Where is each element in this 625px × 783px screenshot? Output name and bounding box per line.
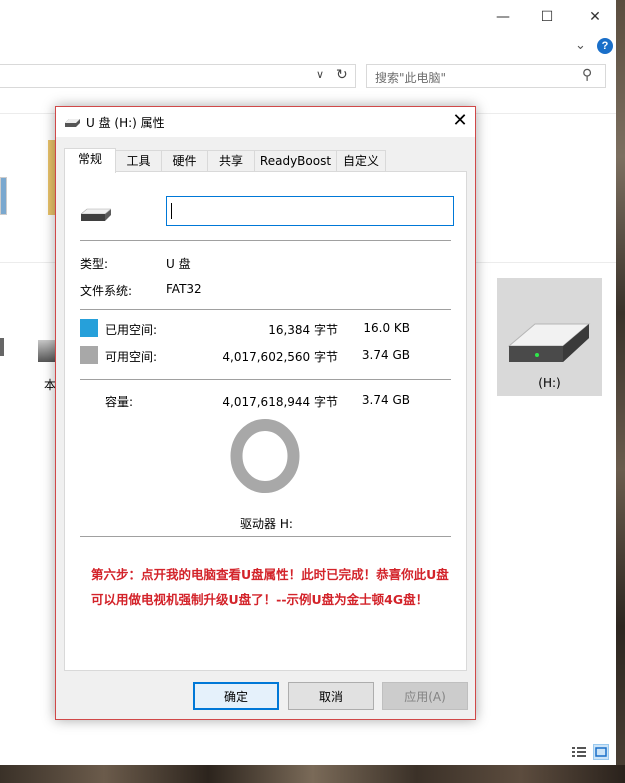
used-space-size: 16.0 KB — [363, 321, 410, 335]
removable-drive-icon — [507, 323, 591, 362]
drive-tile-label: (H:) — [538, 376, 561, 390]
removable-drive-h-item[interactable]: (H:) — [497, 278, 602, 396]
properties-dialog: U 盘 (H:) 属性 ✕ 常规 工具 硬件 共享 ReadyBoost 自定义… — [55, 106, 476, 720]
tab-tools[interactable]: 工具 — [115, 150, 162, 172]
disk-usage-donut-chart — [230, 419, 300, 493]
used-space-label: 已用空间: — [105, 323, 158, 337]
close-button[interactable]: ✕ — [580, 6, 610, 28]
search-icon: ⚲ — [582, 67, 593, 83]
divider — [80, 536, 451, 537]
volume-label-input[interactable] — [166, 196, 454, 226]
tab-sharing[interactable]: 共享 — [207, 150, 255, 172]
desktop-wallpaper-right — [616, 0, 625, 783]
drive-letter-label: 驱动器 H: — [240, 517, 293, 531]
capacity-bytes: 4,017,618,944 字节 — [222, 395, 338, 409]
free-space-size: 3.74 GB — [361, 348, 410, 362]
refresh-icon[interactable]: ↻ — [336, 67, 348, 83]
used-space-bytes: 16,384 字节 — [268, 323, 338, 337]
capacity-size: 3.74 GB — [361, 393, 410, 407]
tab-readyboost[interactable]: ReadyBoost — [254, 150, 337, 172]
ok-button[interactable]: 确定 — [193, 682, 279, 710]
divider — [80, 309, 451, 310]
divider — [80, 379, 451, 380]
free-space-bytes: 4,017,602,560 字节 — [222, 350, 338, 364]
large-icons-view-icon[interactable] — [593, 744, 609, 760]
drive-icon — [81, 208, 111, 221]
minimize-button[interactable]: — — [488, 6, 518, 28]
filesystem-label: 文件系统: — [80, 284, 133, 298]
address-bar[interactable]: ∨ ↻ — [0, 64, 356, 88]
filesystem-value: FAT32 — [166, 282, 202, 296]
desktop-wallpaper-bottom — [0, 765, 625, 783]
free-space-swatch — [80, 346, 98, 364]
ribbon-row: ⌄ ? — [0, 34, 616, 60]
dialog-title: U 盘 (H:) 属性 — [86, 116, 165, 130]
cancel-button[interactable]: 取消 — [288, 682, 374, 710]
search-input[interactable]: 搜索"此电脑" ⚲ — [366, 64, 606, 88]
dialog-titlebar: U 盘 (H:) 属性 ✕ — [56, 107, 475, 137]
maximize-button[interactable]: ☐ — [532, 6, 562, 28]
free-space-label: 可用空间: — [105, 350, 158, 364]
address-dropdown-chevron-icon[interactable]: ∨ — [316, 68, 324, 81]
tutorial-note: 第六步：点开我的电脑查看U盘属性！此时已完成！恭喜你此U盘可以用做电视机强制升级… — [91, 567, 449, 607]
capacity-label: 容量: — [105, 395, 134, 409]
ribbon-expand-chevron-icon[interactable]: ⌄ — [575, 38, 586, 53]
dialog-close-button[interactable]: ✕ — [448, 110, 472, 131]
details-view-icon[interactable] — [571, 744, 587, 760]
pictures-folder-icon[interactable] — [0, 177, 7, 215]
drive-icon[interactable] — [0, 338, 4, 356]
help-icon[interactable]: ? — [597, 38, 613, 54]
type-label: 类型: — [80, 257, 109, 271]
used-space-swatch — [80, 319, 98, 337]
local-disk-icon[interactable] — [38, 340, 56, 362]
general-tab-panel: 类型: U 盘 文件系统: FAT32 已用空间: 16,384 字节 16.0… — [64, 171, 467, 671]
explorer-titlebar: — ☐ ✕ — [0, 0, 616, 34]
drive-icon — [65, 119, 80, 127]
divider — [80, 240, 451, 241]
tab-general[interactable]: 常规 — [64, 148, 116, 173]
free-space-ring — [230, 419, 300, 493]
text-cursor — [171, 203, 172, 219]
type-value: U 盘 — [166, 257, 191, 271]
tab-customize[interactable]: 自定义 — [336, 150, 386, 172]
apply-button[interactable]: 应用(A) — [382, 682, 468, 710]
search-placeholder: 搜索"此电脑" — [375, 71, 447, 85]
tab-hardware[interactable]: 硬件 — [161, 150, 208, 172]
